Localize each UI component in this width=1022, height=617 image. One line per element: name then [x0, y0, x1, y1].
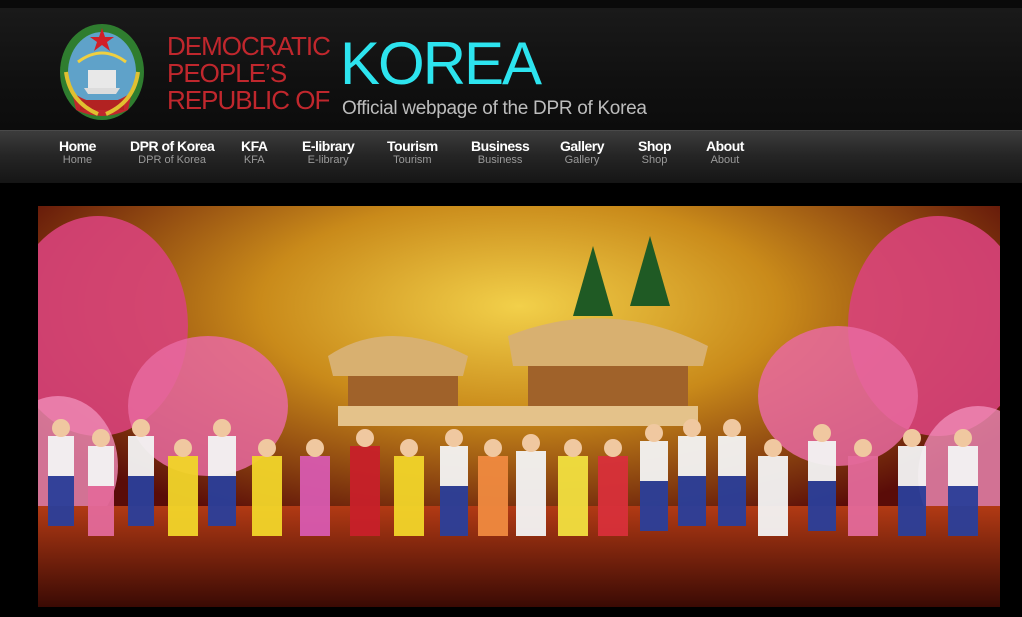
nav-sublabel: About — [710, 154, 740, 166]
nav-label: Tourism — [387, 138, 438, 154]
site-tagline: Official webpage of the DPR of Korea — [342, 98, 647, 119]
nav-label: DPR of Korea — [130, 138, 215, 154]
nav-item-about[interactable]: About About — [706, 138, 744, 167]
nav-label: About — [706, 138, 744, 154]
nav-label: E-library — [302, 138, 355, 154]
nav-sublabel: Shop — [641, 154, 668, 166]
nav-label: KFA — [241, 138, 268, 154]
nav-item-gallery[interactable]: Gallery Gallery — [560, 138, 604, 167]
nav-label: Gallery — [560, 138, 604, 154]
hero-scene — [38, 206, 1000, 607]
national-emblem-icon[interactable] — [58, 22, 146, 122]
nav-sublabel: KFA — [243, 154, 265, 166]
nav-sublabel: Gallery — [564, 154, 600, 166]
title-line-2: PEOPLE’S — [167, 58, 287, 88]
nav-item-business[interactable]: Business Business — [471, 138, 530, 167]
title-korea[interactable]: KOREA — [340, 34, 542, 94]
main-navigation: Home Home DPR of Korea DPR of Korea KFA … — [0, 130, 1022, 183]
nav-label: Business — [471, 138, 530, 154]
nav-label: Home — [59, 138, 96, 154]
nav-item-e-library[interactable]: E-library E-library — [302, 138, 355, 167]
nav-item-dpr-of-korea[interactable]: DPR of Korea DPR of Korea — [130, 138, 215, 167]
nav-sublabel: E-library — [307, 154, 349, 166]
nav-item-shop[interactable]: Shop Shop — [638, 138, 672, 167]
nav-sublabel: Home — [62, 154, 93, 166]
nav-item-tourism[interactable]: Tourism Tourism — [387, 138, 438, 167]
nav-sublabel: Tourism — [393, 154, 432, 166]
title-line-1: DEMOCRATIC — [167, 31, 331, 61]
nav-sublabel: DPR of Korea — [138, 154, 207, 166]
hero-banner-image — [38, 206, 1000, 607]
nav-sublabel: Business — [477, 154, 523, 166]
nav-label: Shop — [638, 138, 672, 154]
site-header: DEMOCRATIC PEOPLE’S REPUBLIC OF KOREA Of… — [0, 0, 1022, 130]
title-line-3: REPUBLIC OF — [167, 85, 330, 115]
nav-item-kfa[interactable]: KFA KFA — [241, 138, 268, 167]
nav-item-home[interactable]: Home Home — [59, 138, 96, 167]
